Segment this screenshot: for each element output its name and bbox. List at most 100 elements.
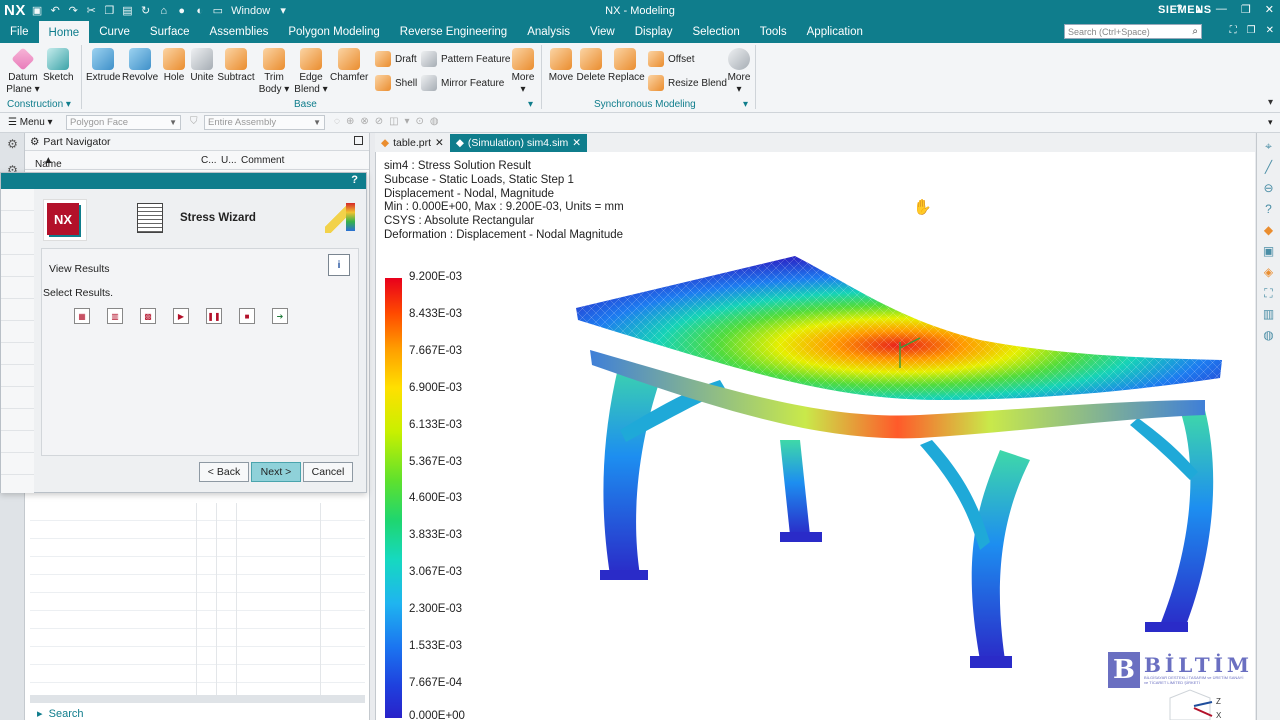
sketch-tool-icon[interactable]: ◈ <box>1257 265 1280 280</box>
tab-home[interactable]: Home <box>38 21 90 43</box>
info-icon[interactable]: i <box>328 254 350 276</box>
datum-plane-button[interactable]: Datum Plane ▾ <box>6 47 40 96</box>
snap-point-icons[interactable]: ◌⊕⊗⊘◫▾⊙◍ <box>334 116 445 127</box>
search-icon[interactable]: ⌕ <box>1192 26 1198 37</box>
play-icon[interactable]: ▶ <box>173 308 189 324</box>
tab-curve[interactable]: Curve <box>89 21 140 43</box>
restore-window-icon[interactable]: ❐ <box>1247 25 1256 36</box>
tab-file[interactable]: File <box>0 21 39 43</box>
pause-icon[interactable]: ❚❚ <box>206 308 222 324</box>
edge-blend-button[interactable]: Edge Blend ▾ <box>293 48 329 96</box>
column-comment[interactable]: Comment <box>241 155 284 166</box>
cut-icon[interactable]: ✂ <box>86 4 96 17</box>
help-icon[interactable]: ? <box>1176 3 1182 16</box>
solid-icon[interactable]: ▣ <box>1257 244 1280 259</box>
delete-face-button[interactable]: Delete <box>576 48 606 84</box>
tab-tools[interactable]: Tools <box>750 21 797 43</box>
fit-window-icon[interactable]: ⛶ <box>1230 25 1237 36</box>
next-step-icon[interactable]: ➔ <box>272 308 288 324</box>
trim-body-button[interactable]: Trim Body ▾ <box>257 48 291 96</box>
view-triad[interactable]: Z X <box>1158 688 1228 720</box>
toolbar-options-icon[interactable]: ▾ <box>1268 117 1273 128</box>
group-synchronous-modeling[interactable]: Synchronous Modeling <box>594 99 696 110</box>
tab-simulation-sim4[interactable]: ◆ (Simulation) sim4.sim ✕ <box>449 134 588 152</box>
filter-icon[interactable]: ⛉ <box>190 116 198 127</box>
paste-icon[interactable]: ▤ <box>122 4 132 17</box>
tab-analysis[interactable]: Analysis <box>517 21 580 43</box>
ribbon-options-icon[interactable]: ▾ <box>1268 97 1273 108</box>
close-window-icon[interactable]: ✕ <box>1266 25 1274 36</box>
extrude-button[interactable]: Extrude <box>86 48 120 84</box>
menu-button[interactable]: ☰ Menu ▾ <box>0 117 60 128</box>
tab-table-prt[interactable]: ◆ table.prt ✕ <box>375 134 450 152</box>
subtract-button[interactable]: Subtract <box>217 48 255 84</box>
tab-close-icon[interactable]: ✕ <box>435 137 444 149</box>
deformed-plot-icon[interactable]: ▥ <box>107 308 123 324</box>
part-icon[interactable]: ◆ <box>1257 223 1280 238</box>
base-more-button[interactable]: More ▾ <box>508 48 538 96</box>
tab-view[interactable]: View <box>580 21 625 43</box>
cube-icon[interactable]: ▥ <box>1257 307 1280 322</box>
tab-assemblies[interactable]: Assemblies <box>200 21 279 43</box>
column-c[interactable]: C... <box>201 155 217 166</box>
ribbon-toggle-icon[interactable]: ▴ <box>1196 3 1202 16</box>
tab-polygon-modeling[interactable]: Polygon Modeling <box>278 21 389 43</box>
column-name[interactable]: Name ▲ <box>35 155 62 170</box>
navigator-scrollbar[interactable] <box>30 695 365 703</box>
selection-scope-combo[interactable]: Entire Assembly ▼ <box>204 115 325 130</box>
redo-icon[interactable]: ↷ <box>68 4 78 17</box>
sketch-button[interactable]: Sketch <box>43 48 74 84</box>
role-icon[interactable]: ⊖ <box>1257 181 1280 196</box>
animation-setup-icon[interactable]: ▩ <box>140 308 156 324</box>
tab-selection[interactable]: Selection <box>682 21 749 43</box>
contour-color-legend[interactable] <box>385 278 402 718</box>
pattern-feature-button[interactable]: Pattern Feature <box>421 51 510 67</box>
undo-icon[interactable]: ↶ <box>50 4 60 17</box>
contour-plot-icon[interactable]: ▦ <box>74 308 90 324</box>
home-icon[interactable]: ⌂ <box>159 5 169 17</box>
sync-group-expander[interactable]: ▾ <box>743 99 748 110</box>
restore-icon[interactable]: ❐ <box>1241 3 1251 16</box>
next-button[interactable]: Next > <box>251 462 301 482</box>
back-button[interactable]: < Back <box>199 462 249 482</box>
settings-icon[interactable]: ⚙ <box>0 137 25 151</box>
command-search-input[interactable]: Search (Ctrl+Space) ⌕ <box>1064 24 1202 39</box>
mirror-feature-button[interactable]: Mirror Feature <box>421 75 504 91</box>
help-icon[interactable]: ? <box>351 174 358 186</box>
window-menu[interactable]: Window <box>231 5 270 17</box>
microphone-icon[interactable]: ● <box>177 5 187 17</box>
column-u[interactable]: U... <box>221 155 237 166</box>
navigator-search-section[interactable]: ▸ Search <box>37 707 84 720</box>
fea-table-model[interactable] <box>560 250 1240 690</box>
draft-button[interactable]: Draft <box>375 51 417 67</box>
tab-close-icon[interactable]: ✕ <box>572 137 581 149</box>
help-circle-icon[interactable]: ? <box>1257 202 1280 217</box>
hole-button[interactable]: Hole <box>160 48 188 84</box>
copy-icon[interactable]: ❐ <box>104 4 114 17</box>
chamfer-button[interactable]: Chamfer <box>330 48 368 84</box>
tab-surface[interactable]: Surface <box>140 21 200 43</box>
type-filter-combo[interactable]: Polygon Face ▼ <box>66 115 181 130</box>
offset-region-button[interactable]: Offset <box>648 51 695 67</box>
tab-reverse-engineering[interactable]: Reverse Engineering <box>390 21 517 43</box>
group-construction[interactable]: Construction ▾ <box>7 99 71 110</box>
move-face-button[interactable]: Move <box>546 48 576 84</box>
unite-button[interactable]: Unite <box>188 48 216 84</box>
base-group-expander[interactable]: ▾ <box>528 99 533 110</box>
repeat-icon[interactable]: ↻ <box>141 4 151 17</box>
resize-blend-button[interactable]: Resize Blend <box>648 75 727 91</box>
close-icon[interactable]: ✕ <box>1265 3 1274 16</box>
revolve-button[interactable]: Revolve <box>122 48 158 84</box>
pin-icon[interactable]: ⌖ <box>1257 139 1280 154</box>
sync-more-button[interactable]: More ▾ <box>724 48 754 96</box>
tab-application[interactable]: Application <box>797 21 873 43</box>
minimize-icon[interactable]: — <box>1216 3 1227 16</box>
tab-display[interactable]: Display <box>625 21 683 43</box>
cancel-button[interactable]: Cancel <box>303 462 353 482</box>
fit-view-icon[interactable]: ⛶ <box>1257 286 1280 301</box>
dialog-title-bar[interactable]: ? <box>1 173 366 189</box>
shell-button[interactable]: Shell <box>375 75 417 91</box>
group-base[interactable]: Base <box>294 99 317 110</box>
maximize-icon[interactable] <box>354 136 363 145</box>
replace-face-button[interactable]: Replace <box>608 48 645 84</box>
